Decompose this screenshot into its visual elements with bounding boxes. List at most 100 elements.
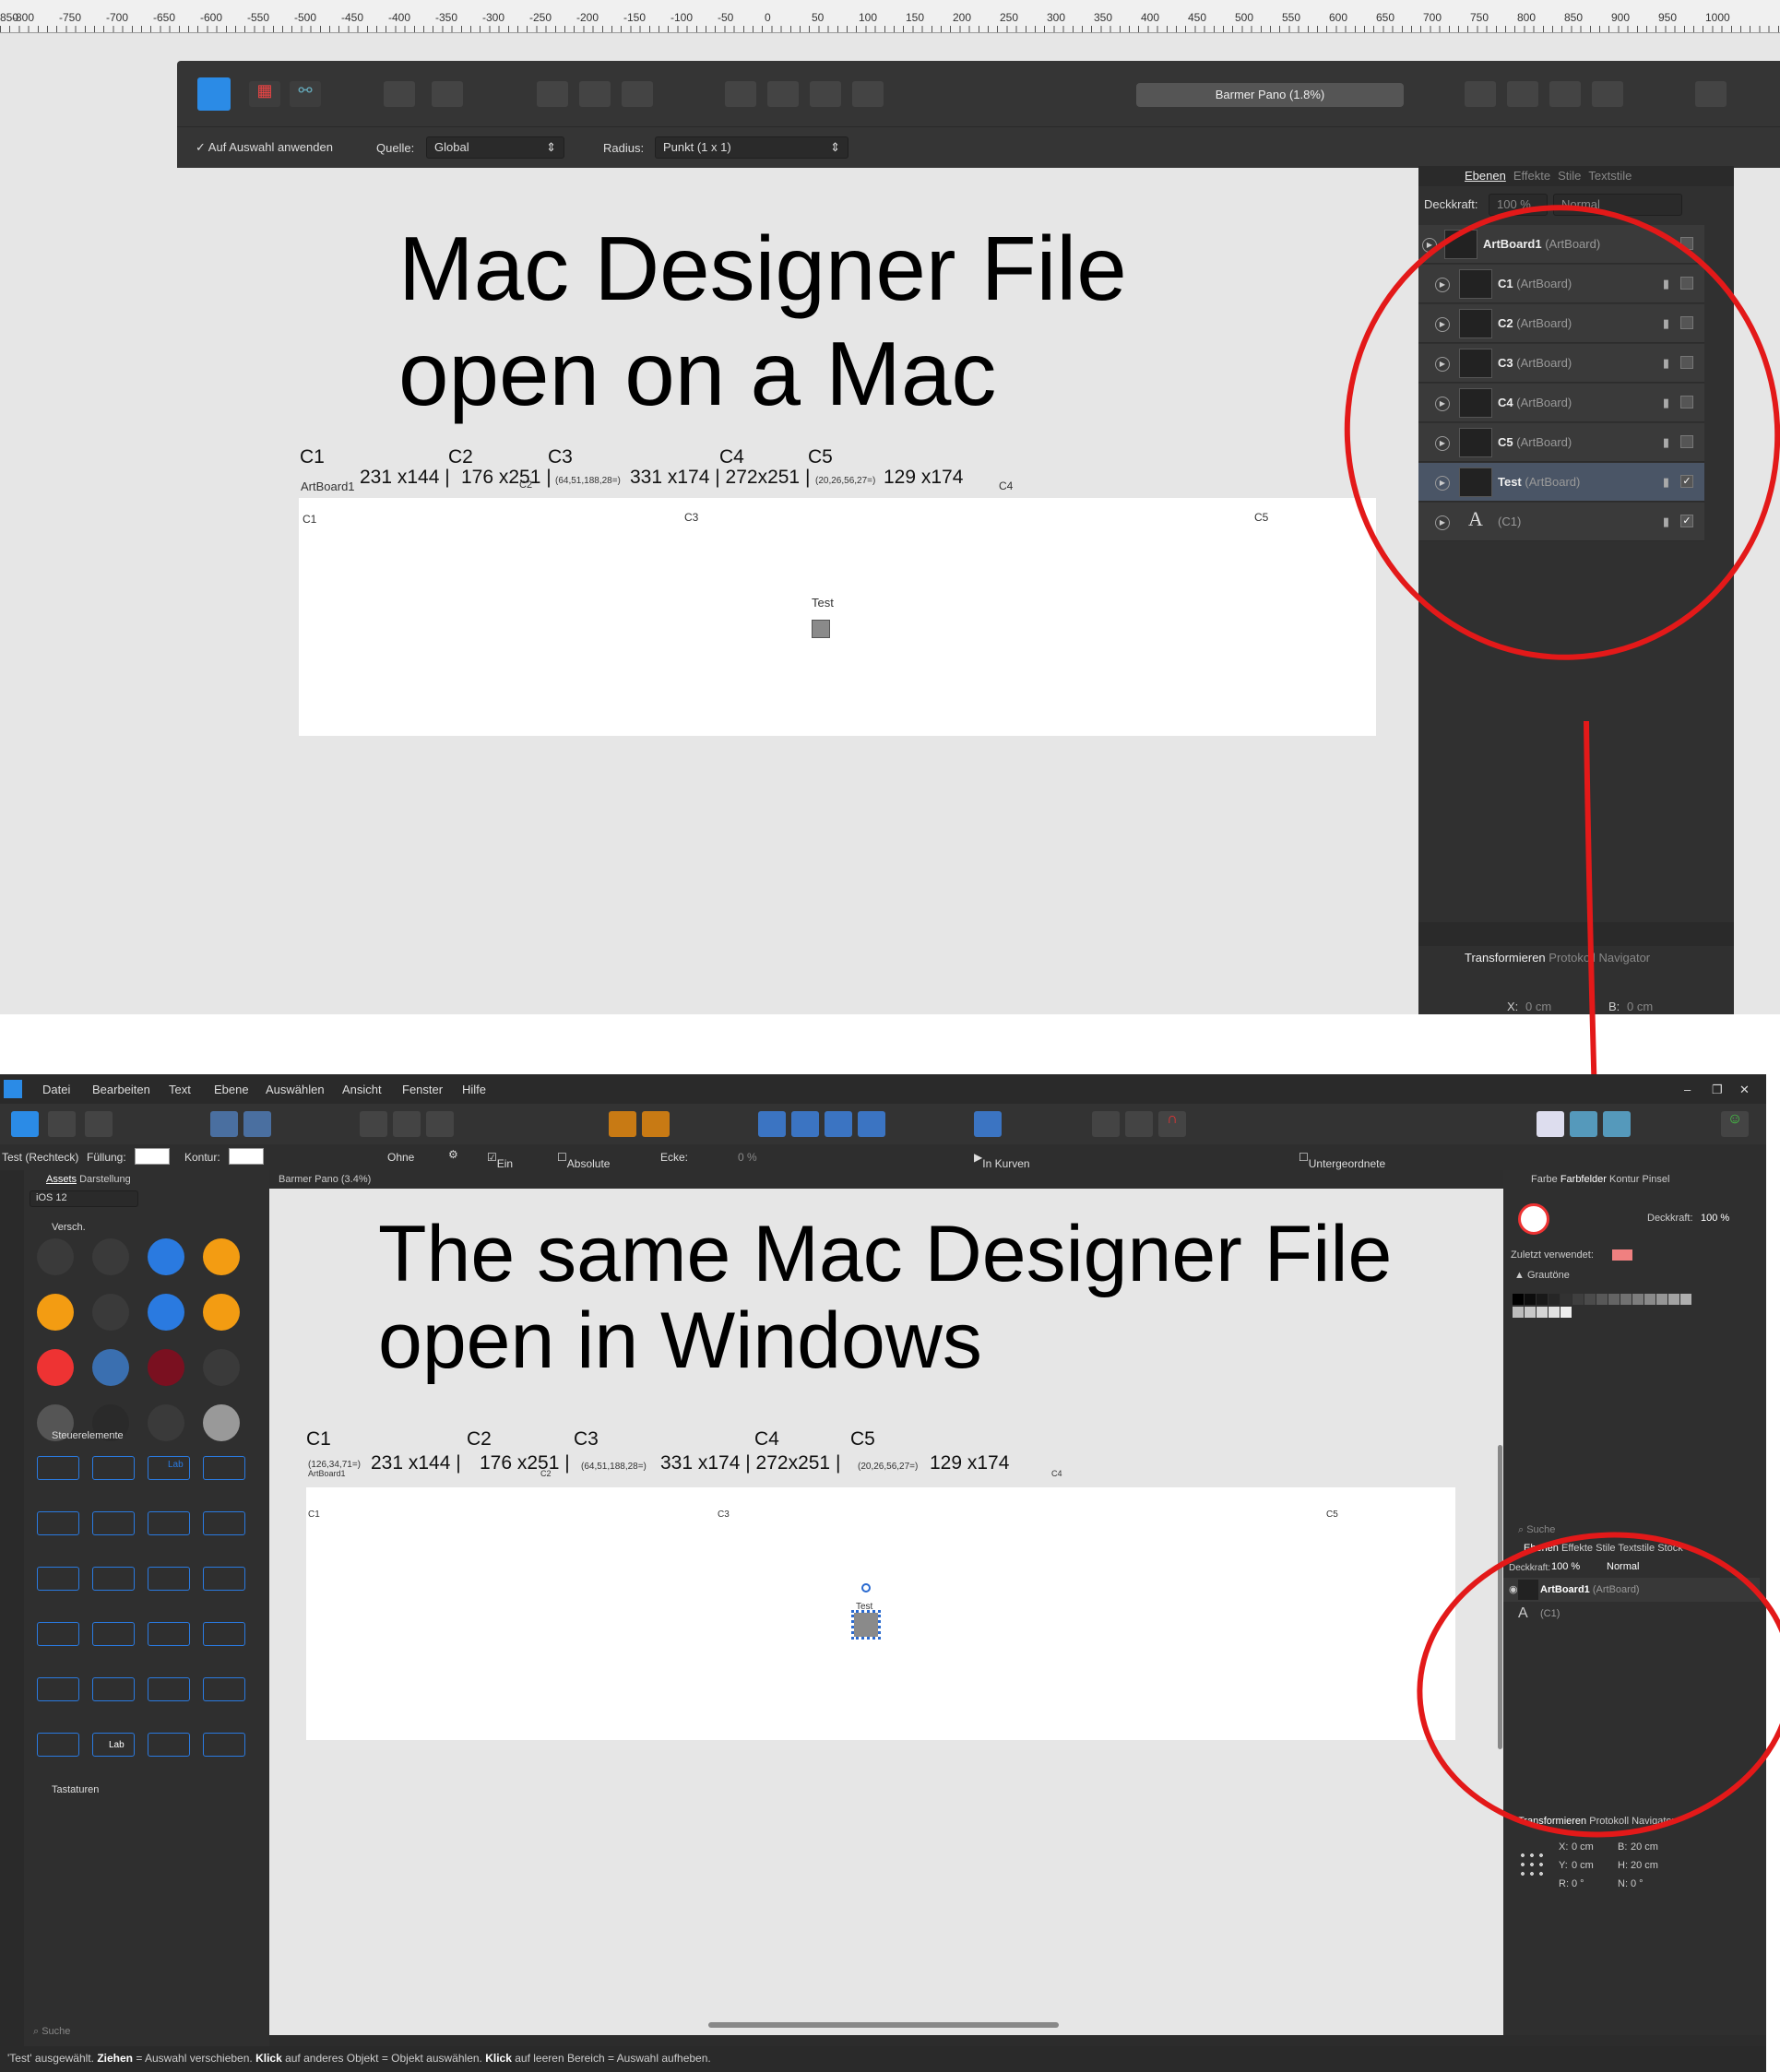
designer-persona-icon[interactable] [197, 77, 231, 111]
arrange-back-icon[interactable] [725, 81, 756, 107]
arrange-front-icon[interactable] [852, 81, 884, 107]
grey-swatch[interactable] [1560, 1307, 1572, 1318]
grey-swatch[interactable] [1644, 1294, 1655, 1305]
menu-file[interactable]: Datei [42, 1083, 70, 1096]
section-controls[interactable]: Steuerelemente [52, 1430, 124, 1441]
section-misc[interactable]: Versch. [52, 1222, 86, 1233]
windows-canvas[interactable]: Barmer Pano (3.4%) The same Mac Designer… [269, 1170, 1503, 2035]
user-icon[interactable]: ☺ [1721, 1111, 1749, 1137]
tx-n[interactable]: 0 ° [1631, 1878, 1644, 1889]
flip-vertical-icon[interactable] [791, 1111, 819, 1137]
align-icon[interactable] [974, 1111, 1002, 1137]
grey-swatch[interactable] [1608, 1294, 1620, 1305]
designer-persona-icon[interactable] [11, 1111, 39, 1137]
tab-navigator[interactable]: Navigator [1598, 951, 1650, 965]
control-asset[interactable] [203, 1622, 245, 1646]
one-radius-checkbox[interactable]: ☑ Ein Radius [487, 1151, 531, 1183]
fill-stroke-icon[interactable] [1518, 1203, 1549, 1235]
control-asset[interactable] [92, 1567, 135, 1591]
asset-icon[interactable] [92, 1238, 129, 1275]
control-asset[interactable] [148, 1511, 190, 1535]
select-icon[interactable] [579, 81, 611, 107]
tab-appearance[interactable]: Darstellung [79, 1174, 131, 1185]
control-asset[interactable] [37, 1511, 79, 1535]
absolute-checkbox[interactable]: ☐ Absolute Größen [557, 1151, 610, 1183]
control-asset[interactable] [37, 1567, 79, 1591]
menu-view[interactable]: Ansicht [342, 1083, 382, 1096]
menu-help[interactable]: Hilfe [462, 1083, 486, 1096]
menu-window[interactable]: Fenster [402, 1083, 443, 1096]
apply-checkbox[interactable]: ✓ Auf Auswahl anwenden [196, 140, 333, 155]
pixel-persona-icon[interactable]: ▦ [249, 81, 280, 107]
transform-icon[interactable] [426, 1111, 454, 1137]
gear-icon[interactable]: ⚙ [448, 1148, 458, 1161]
grey-swatch[interactable] [1620, 1294, 1632, 1305]
grey-swatch[interactable] [1680, 1294, 1691, 1305]
radius-select[interactable]: Punkt (1 x 1) ⇕ [655, 136, 848, 159]
control-asset[interactable] [148, 1733, 190, 1757]
tab-brushes[interactable]: Pinsel [1643, 1174, 1670, 1185]
protect-checkbox[interactable]: ☐ Untergeordnete Elemente schützen [1299, 1151, 1385, 1196]
asset-icon[interactable] [148, 1404, 184, 1441]
control-asset[interactable] [37, 1456, 79, 1480]
grey-swatch[interactable] [1513, 1307, 1524, 1318]
grey-swatch[interactable] [1549, 1307, 1560, 1318]
rotation-handle[interactable] [861, 1583, 871, 1592]
stroke-swatch[interactable] [229, 1148, 264, 1165]
mac-artboard[interactable]: C1 C3 C5 Test [299, 498, 1376, 736]
corner-percent[interactable]: 0 % [738, 1151, 757, 1164]
snapping-icon[interactable] [243, 1111, 271, 1137]
asset-icon[interactable] [203, 1238, 240, 1275]
control-asset[interactable] [92, 1511, 135, 1535]
arrange-front-icon[interactable] [642, 1111, 670, 1137]
grey-swatch[interactable] [1584, 1294, 1596, 1305]
section-keyboards[interactable]: Tastaturen [52, 1784, 99, 1795]
minimize-icon[interactable]: – [1684, 1083, 1691, 1096]
grey-swatch[interactable] [1596, 1294, 1608, 1305]
asset-icon[interactable] [203, 1404, 240, 1441]
grey-swatch[interactable] [1572, 1294, 1584, 1305]
grey-swatch[interactable] [1537, 1307, 1548, 1318]
grey-swatch[interactable] [1537, 1294, 1548, 1305]
control-asset[interactable] [92, 1456, 135, 1480]
grey-swatch[interactable] [1525, 1294, 1536, 1305]
control-asset[interactable] [203, 1677, 245, 1701]
grid-icon[interactable] [1092, 1111, 1120, 1137]
asset-icon[interactable] [37, 1294, 74, 1331]
greys-select[interactable]: ▲ Grautöne [1514, 1270, 1570, 1281]
close-icon[interactable]: ✕ [1739, 1083, 1750, 1097]
assistant-icon[interactable] [384, 81, 415, 107]
control-asset[interactable] [37, 1677, 79, 1701]
source-select[interactable]: Global ⇕ [426, 136, 564, 159]
select-icon[interactable] [393, 1111, 421, 1137]
asset-icon[interactable] [203, 1349, 240, 1386]
rotate-right-icon[interactable] [1592, 81, 1623, 107]
tab-assets[interactable]: Assets [46, 1174, 77, 1185]
control-asset[interactable] [148, 1567, 190, 1591]
tab-layers[interactable]: Ebenen [1465, 169, 1506, 183]
select-all-icon[interactable] [537, 81, 568, 107]
layer-search[interactable]: ⌕ Suche [1518, 1524, 1555, 1536]
control-asset[interactable] [203, 1456, 245, 1480]
asset-set-select[interactable]: iOS 12 [30, 1190, 138, 1207]
asset-icon[interactable] [203, 1294, 240, 1331]
asset-icon[interactable] [92, 1294, 129, 1331]
test-image[interactable] [812, 620, 830, 638]
h-scrollbar[interactable] [708, 2022, 1059, 2028]
export-persona-icon[interactable]: ⚯ [290, 81, 321, 107]
tab-styles[interactable]: Stile [1558, 169, 1581, 183]
asset-icon[interactable] [37, 1349, 74, 1386]
control-asset[interactable] [203, 1733, 245, 1757]
menu-text[interactable]: Text [169, 1083, 191, 1096]
recent-swatch[interactable] [1612, 1249, 1632, 1261]
anchor-grid[interactable] [1518, 1851, 1546, 1878]
grey-swatch[interactable] [1632, 1294, 1644, 1305]
tx-b[interactable]: 20 cm [1631, 1841, 1658, 1853]
asset-icon[interactable] [148, 1349, 184, 1386]
win-artboard[interactable]: C1 C3 C5 Test [306, 1487, 1455, 1740]
control-asset[interactable] [148, 1622, 190, 1646]
win-test-selected[interactable] [851, 1610, 881, 1640]
asset-icon[interactable] [37, 1238, 74, 1275]
rotate-right-icon[interactable] [858, 1111, 885, 1137]
tab-stroke[interactable]: Kontur [1609, 1174, 1639, 1185]
